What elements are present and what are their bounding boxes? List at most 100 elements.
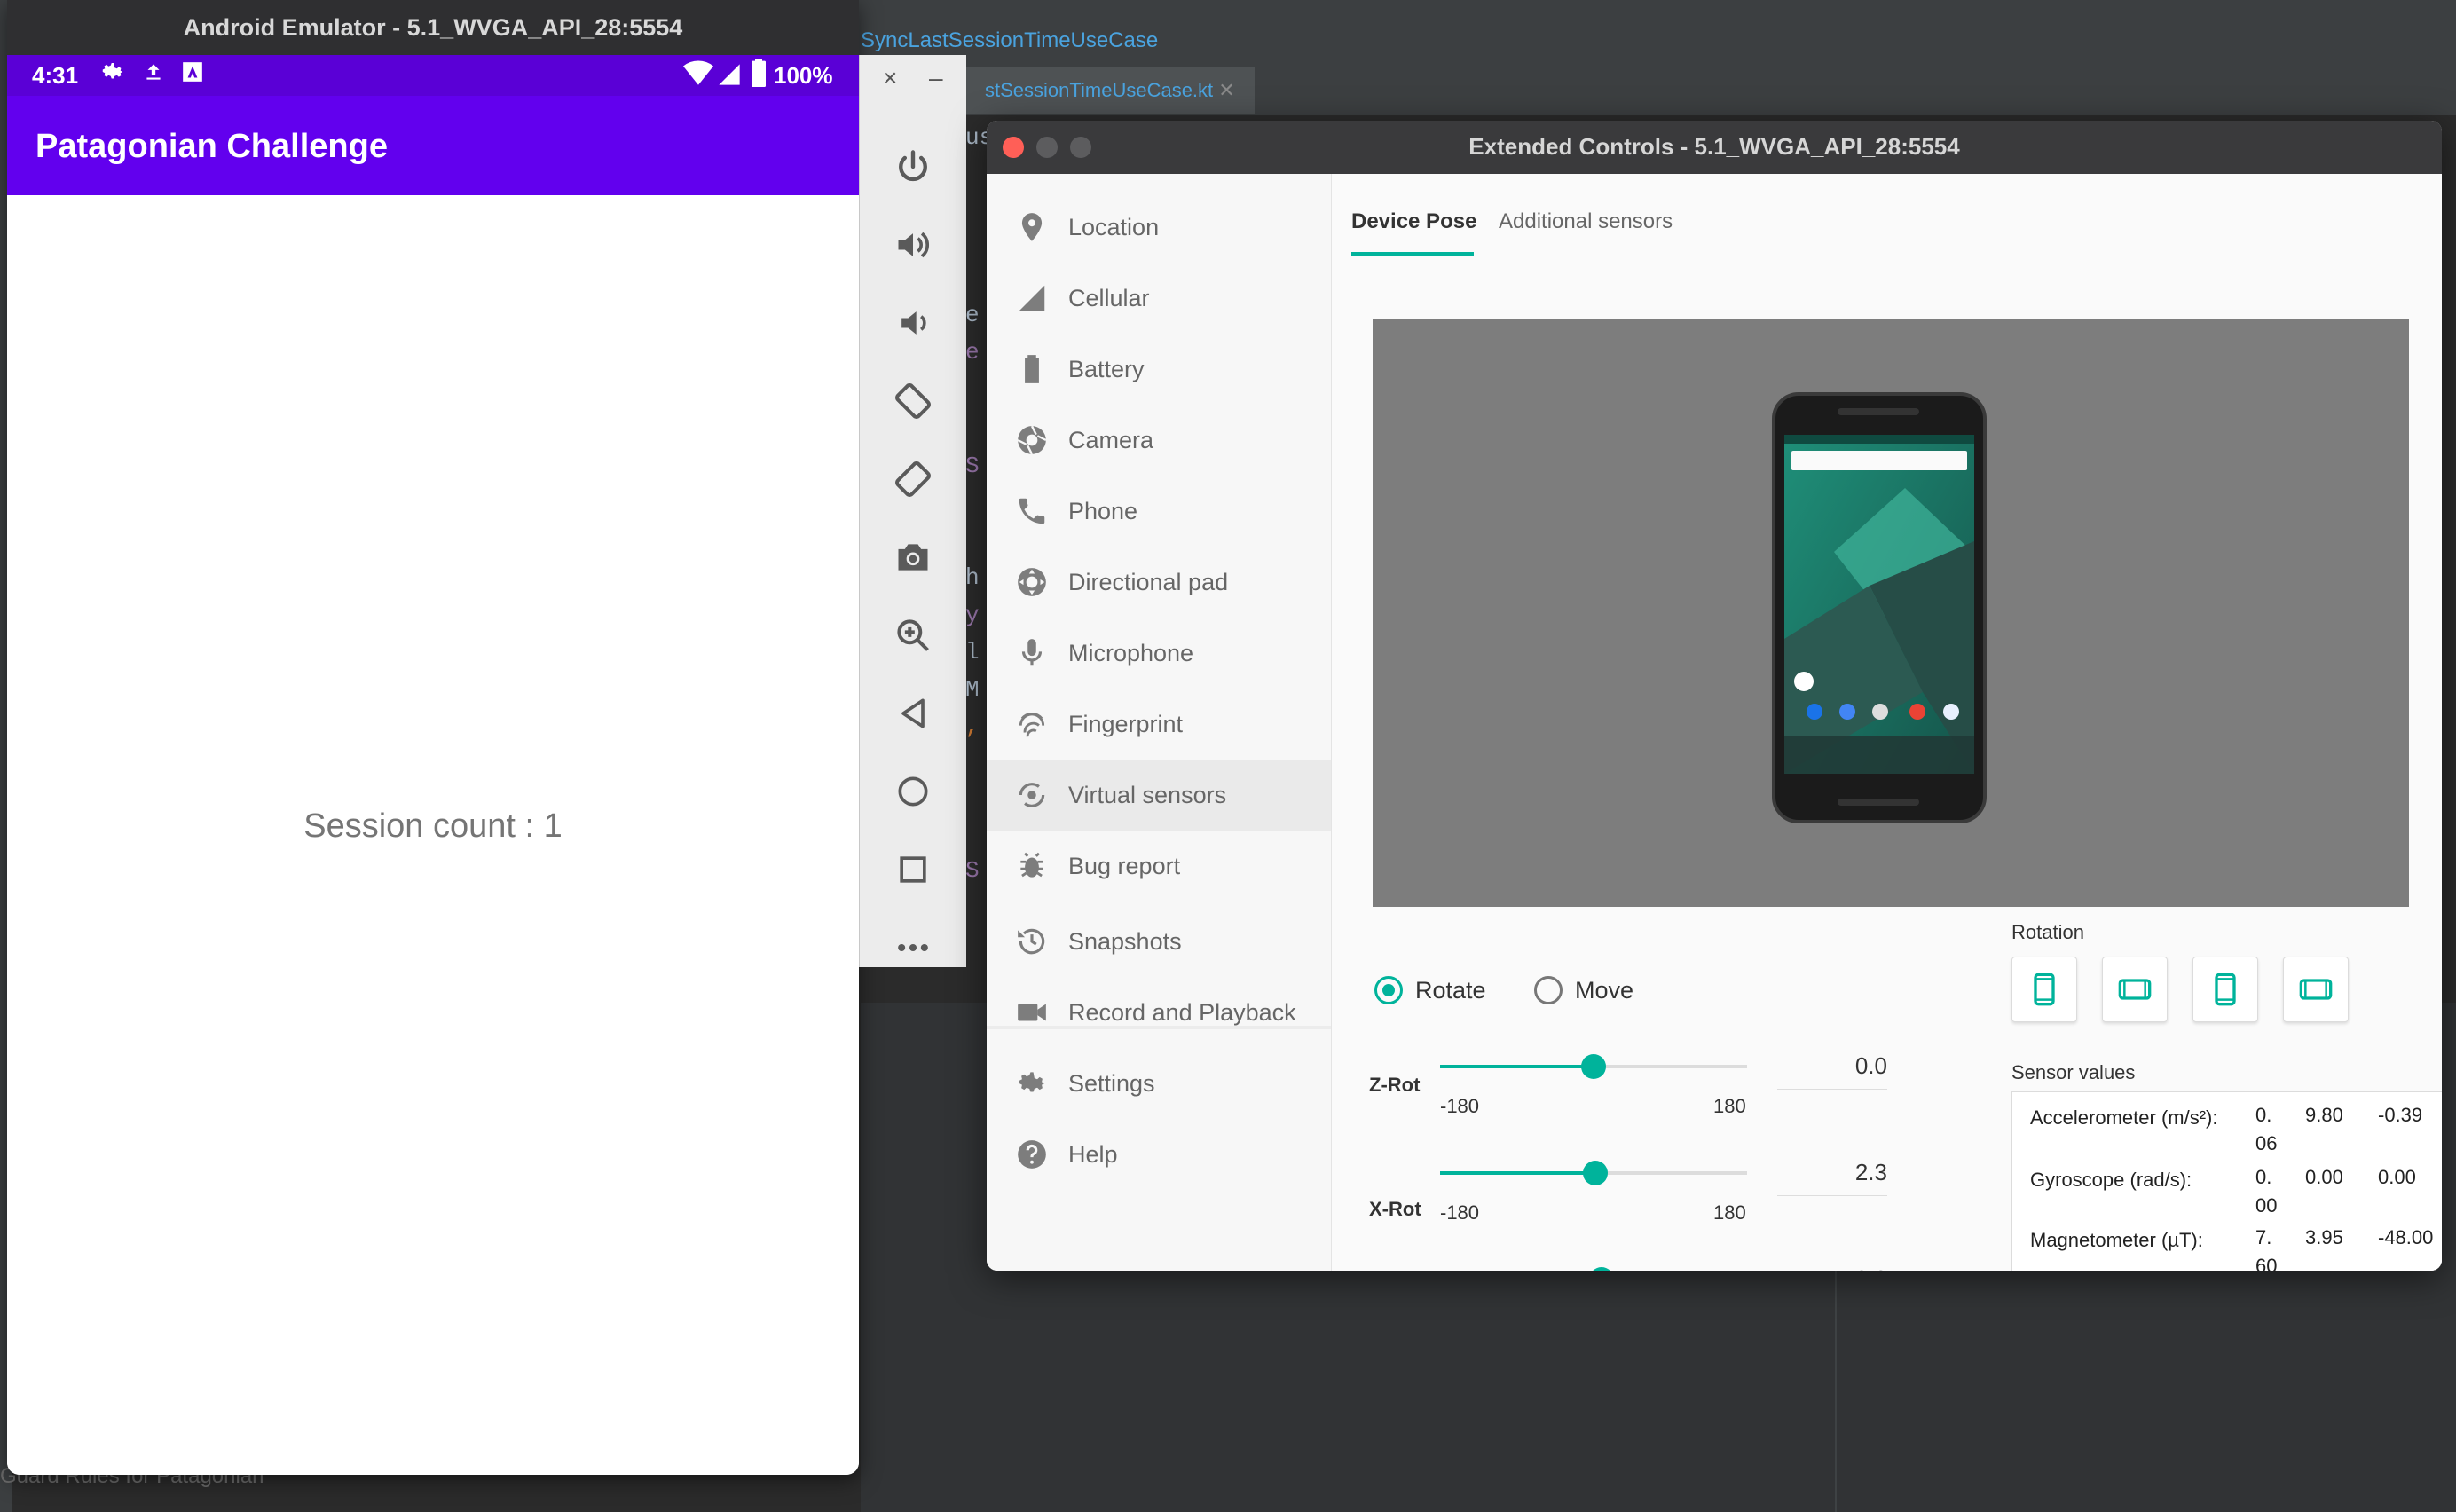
rotation-landscape-button[interactable] xyxy=(2102,957,2168,1022)
wifi-icon xyxy=(683,60,713,93)
slider-thumb[interactable] xyxy=(1588,1267,1614,1271)
rotation-reverse-landscape-button[interactable] xyxy=(2283,957,2349,1022)
nav-item-bug-report[interactable]: Bug report xyxy=(987,831,1331,902)
nav-item-microphone[interactable]: Microphone xyxy=(987,618,1331,689)
virtual-sensors-panel: Device Pose Additional sensors Rotate Mo… xyxy=(1332,174,2442,1271)
slider-value-field[interactable]: 9.0 xyxy=(1777,1265,1887,1271)
nav-item-camera[interactable]: Camera xyxy=(987,405,1331,476)
rotate-left-button[interactable] xyxy=(886,374,940,428)
screenshot-button[interactable] xyxy=(886,531,940,584)
code-fragment: e xyxy=(965,339,980,366)
nav-item-fingerprint[interactable]: Fingerprint xyxy=(987,689,1331,760)
radio-unselected-icon xyxy=(1534,976,1563,1004)
code-fragment: M xyxy=(965,676,980,703)
nav-label: Fingerprint xyxy=(1068,710,1184,737)
zoom-window-button[interactable] xyxy=(1070,137,1091,158)
tab-device-pose[interactable]: Device Pose xyxy=(1351,209,1476,234)
sensor-name: Gyroscope (rad/s): xyxy=(2030,1169,2192,1191)
volume-down-button[interactable] xyxy=(886,296,940,350)
sensor-name: Accelerometer (m/s²): xyxy=(2030,1106,2218,1129)
minimize-icon[interactable]: – xyxy=(929,64,943,92)
rotation-portrait-button[interactable] xyxy=(2011,957,2077,1022)
fingerprint-icon xyxy=(1019,713,1045,737)
session-count-text: Session count : 1 xyxy=(303,807,563,845)
sensor-values-label: Sensor values xyxy=(2011,1061,2136,1083)
zoom-button[interactable] xyxy=(886,609,940,662)
app-content[interactable]: Session count : 1 xyxy=(7,195,859,1475)
nav-label: Settings xyxy=(1068,1069,1155,1097)
nav-item-help[interactable]: Help xyxy=(987,1119,1331,1190)
tab-indicator xyxy=(1351,252,1474,256)
nav-item-battery[interactable]: Battery xyxy=(987,334,1331,405)
ide-breadcrumb[interactable]: SyncLastSessionTimeUseCase xyxy=(861,28,1158,53)
battery-percent: 100% xyxy=(774,62,833,89)
video-icon xyxy=(1018,1004,1046,1021)
sensor-value-x: 7. 60 xyxy=(2255,1226,2278,1271)
rotate-left-icon xyxy=(895,383,931,419)
rotate-label: Rotate xyxy=(1415,976,1486,1004)
radio-selected-icon xyxy=(1374,976,1403,1004)
slider-max: 180 xyxy=(1713,1201,1746,1224)
rotate-radio[interactable]: Rotate xyxy=(1374,976,1486,1004)
close-icon[interactable]: ✕ xyxy=(1218,79,1234,101)
volume-up-button[interactable] xyxy=(886,218,940,272)
nav-item-directional-pad[interactable]: Directional pad xyxy=(987,547,1331,618)
app-bar: Patagonian Challenge xyxy=(7,96,859,195)
extended-controls-nav: Location Cellular Battery Camera Phone D… xyxy=(987,174,1332,1271)
nav-label: Location xyxy=(1068,213,1160,240)
z-rot-slider[interactable]: Z-Rot -180 180 0.0 xyxy=(1369,1052,1901,1150)
overview-button[interactable] xyxy=(886,843,940,896)
slider-thumb[interactable] xyxy=(1583,1161,1609,1185)
battery-icon xyxy=(751,59,767,93)
code-fragment: l xyxy=(965,639,980,665)
tab-additional-sensors[interactable]: Additional sensors xyxy=(1499,209,1673,234)
sensor-value-z: 0.00 xyxy=(2378,1166,2416,1188)
slider-min: -180 xyxy=(1440,1095,1480,1117)
code-fragment: , xyxy=(965,713,980,740)
slider-max: 180 xyxy=(1713,1095,1746,1117)
nav-label: Snapshots xyxy=(1068,927,1182,955)
nav-item-snapshots[interactable]: Snapshots xyxy=(987,906,1331,977)
nav-item-location[interactable]: Location xyxy=(987,192,1331,263)
nav-item-phone[interactable]: Phone xyxy=(987,476,1331,547)
close-icon[interactable]: × xyxy=(883,64,897,92)
nav-item-virtual-sensors[interactable]: Virtual sensors xyxy=(987,760,1331,831)
rotation-reverse-portrait-button[interactable] xyxy=(2192,957,2258,1022)
more-button[interactable] xyxy=(886,921,940,974)
nav-item-settings[interactable]: Settings xyxy=(987,1048,1331,1119)
nav-label: Help xyxy=(1068,1140,1118,1168)
back-button[interactable] xyxy=(886,687,940,740)
sensor-values-box[interactable]: Accelerometer (m/s²): 0. 06 9.80 -0.39 G… xyxy=(2011,1091,2442,1271)
volume-down-icon xyxy=(901,311,926,335)
nav-label: Directional pad xyxy=(1068,568,1229,595)
y-rot-slider[interactable]: Y-Rot-1801809.0 xyxy=(1369,1265,1901,1271)
close-window-button[interactable] xyxy=(1003,137,1024,158)
microphone-icon xyxy=(1021,639,1043,666)
window-title: Extended Controls - 5.1_WVGA_API_28:5554 xyxy=(1468,133,1960,160)
code-fragment: S xyxy=(965,453,980,479)
rotate-right-button[interactable] xyxy=(886,453,940,506)
minimize-window-button[interactable] xyxy=(1036,137,1058,158)
x-rot-slider[interactable]: X-Rot -180 180 2.3 xyxy=(1369,1159,1901,1256)
slider-label: Z-Rot xyxy=(1369,1074,1421,1096)
move-label: Move xyxy=(1575,976,1634,1004)
nav-item-cellular[interactable]: Cellular xyxy=(987,263,1331,334)
home-button[interactable] xyxy=(886,765,940,818)
slider-thumb[interactable] xyxy=(1581,1054,1606,1079)
code-fragment: S xyxy=(965,857,980,884)
slider-fill xyxy=(1440,1171,1596,1175)
sensor-value-y: 0.00 xyxy=(2305,1166,2343,1188)
nav-item-record-playback[interactable]: Record and Playback xyxy=(987,977,1331,1048)
download-icon xyxy=(142,60,165,90)
rotation-label: Rotation xyxy=(2011,921,2084,943)
signal-icon xyxy=(717,62,742,93)
move-radio[interactable]: Move xyxy=(1534,976,1633,1004)
home-icon xyxy=(898,776,928,807)
ide-editor-tab[interactable]: stSessionTimeUseCase.kt ✕ xyxy=(965,67,1255,114)
device-pose-view[interactable] xyxy=(1373,319,2409,907)
slider-min: -180 xyxy=(1440,1201,1480,1224)
power-button[interactable] xyxy=(886,140,940,193)
nav-label: Bug report xyxy=(1068,852,1181,879)
slider-value-field[interactable]: 0.0 xyxy=(1777,1052,1887,1090)
slider-value-field[interactable]: 2.3 xyxy=(1777,1159,1887,1196)
